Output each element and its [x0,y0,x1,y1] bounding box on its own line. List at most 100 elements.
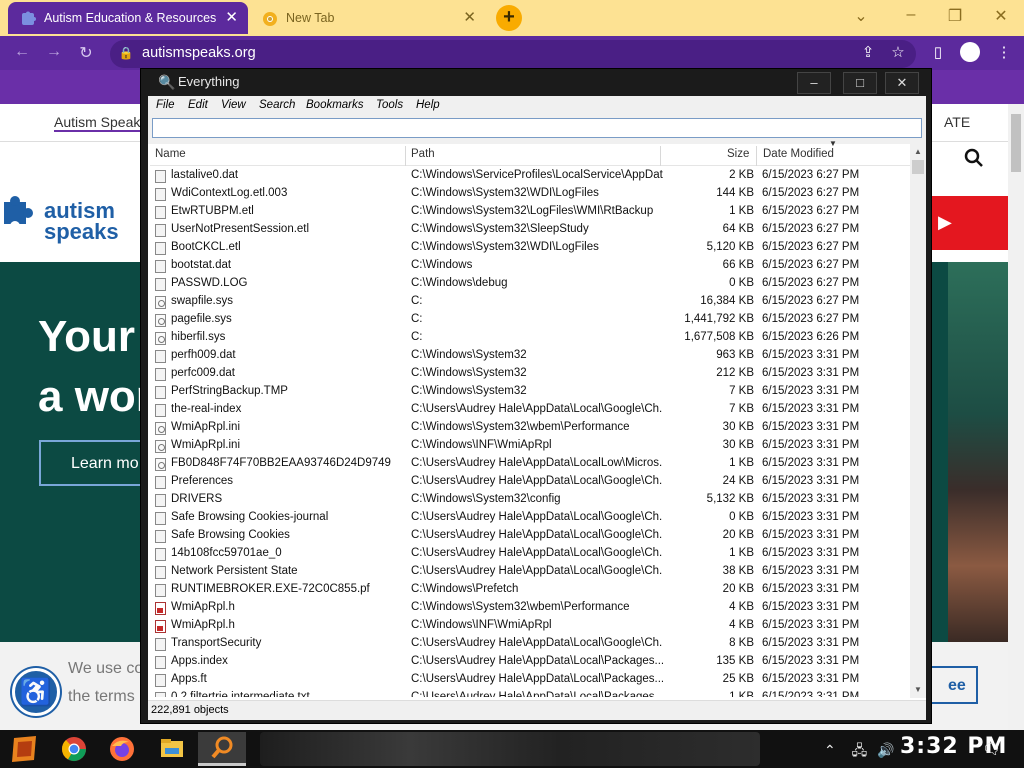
start-icon[interactable] [10,736,40,762]
chevron-down-icon[interactable]: ⌄ [846,6,876,26]
menu-help[interactable]: Help [416,99,440,111]
result-row[interactable]: Safe Browsing Cookies C:\Users\Audrey Hal… [150,527,910,545]
result-row[interactable]: perfc009.dat C:\Windows\System32 212 KB 6/1… [150,365,910,383]
nav-link-autism-speaks[interactable]: Autism Speak [54,114,141,132]
results-scrollbar-thumb[interactable] [912,160,924,174]
column-path[interactable]: Path [411,148,435,160]
close-window-icon[interactable]: ✕ [986,6,1016,26]
file-icon [155,584,166,597]
minimize-icon[interactable]: – [896,6,926,24]
scroll-up-icon[interactable]: ▲ [912,147,924,156]
file-explorer-icon[interactable] [150,732,194,766]
result-row[interactable]: EtwRTUBPM.etl C:\Windows\System32\LogFile… [150,203,910,221]
file-icon [155,566,166,579]
file-icon [155,206,166,219]
new-tab-button[interactable]: + [496,5,522,31]
result-row[interactable]: WmiApRpl.h C:\Windows\INF\WmiApRpl 4 KB 6/1… [150,617,910,635]
volume-icon[interactable]: 🔊 [877,742,894,758]
taskbar-wallpaper [260,732,760,766]
everything-taskbar-icon[interactable] [198,732,246,766]
tab-autism-speaks[interactable]: Autism Education & Resources ✕ [8,2,248,34]
nav-link-donate[interactable]: ATE [944,114,970,130]
share-icon[interactable]: ⇪ [858,43,878,61]
file-size: 8 KB [729,637,754,649]
result-row[interactable]: Apps.index C:\Users\Audrey Hale\AppData\L… [150,653,910,671]
menu-file[interactable]: File [156,99,175,111]
menu-search[interactable]: Search [259,99,295,111]
column-date-modified[interactable]: Date Modified [763,148,834,160]
page-scrollbar[interactable] [1008,104,1024,730]
result-row[interactable]: Apps.ft C:\Users\Audrey Hale\AppData\Loca… [150,671,910,689]
result-row[interactable]: lastalive0.dat C:\Windows\ServiceProfiles… [150,167,910,185]
donate-button[interactable]: ▶ [930,196,1008,250]
column-divider[interactable] [405,146,406,166]
column-divider[interactable] [660,146,661,166]
tab-close-icon[interactable]: ✕ [225,9,238,27]
result-row[interactable]: Network Persistent State C:\Users\Audrey … [150,563,910,581]
site-search-icon[interactable] [964,148,984,174]
result-row[interactable]: pagefile.sys C: 1,441,792 KB 6/15/2023 6:27… [150,311,910,329]
forward-icon[interactable]: → [44,43,64,61]
file-size: 2 KB [729,169,754,181]
result-row[interactable]: 0.2.filtertrie.intermediate.txt C:\Users\… [150,689,910,697]
url-text[interactable]: autismspeaks.org [142,45,256,61]
result-row[interactable]: RUNTIMEBROKER.EXE-72C0C855.pf C:\Windows\… [150,581,910,599]
chrome-icon[interactable] [52,732,96,766]
results-scrollbar[interactable] [910,144,926,698]
result-row[interactable]: PASSWD.LOG C:\Windows\debug 0 KB 6/15/2023 … [150,275,910,293]
result-row[interactable]: TransportSecurity C:\Users\Audrey Hale\Ap… [150,635,910,653]
column-divider[interactable] [756,146,757,166]
chevron-up-icon[interactable]: ⌃ [824,742,836,758]
bookmark-star-icon[interactable]: ☆ [888,43,908,61]
result-row[interactable]: UserNotPresentSession.etl C:\Windows\Syst… [150,221,910,239]
result-row[interactable]: 14b108fcc59701ae_0 C:\Users\Audrey Hale\A… [150,545,910,563]
ev-maximize-icon[interactable]: □ [843,72,877,94]
tab-new-tab[interactable]: New Tab ✕ [250,2,486,34]
firefox-icon[interactable] [100,732,144,766]
ev-close-icon[interactable]: ✕ [885,72,919,94]
side-panel-icon[interactable]: ▯ [928,43,948,61]
result-row[interactable]: PerfStringBackup.TMP C:\Windows\System32 7… [150,383,910,401]
column-name[interactable]: Name [155,148,186,160]
result-row[interactable]: the-real-index C:\Users\Audrey Hale\AppDa… [150,401,910,419]
profile-avatar-icon[interactable] [960,42,980,62]
notification-icon[interactable]: 🗨 [982,740,1001,758]
ev-search-input[interactable] [152,118,922,138]
result-row[interactable]: WmiApRpl.h C:\Windows\System32\wbem\Perfo… [150,599,910,617]
result-row[interactable]: WdiContextLog.etl.003 C:\Windows\System32… [150,185,910,203]
result-row[interactable]: BootCKCL.etl C:\Windows\System32\WDI\LogF… [150,239,910,257]
agree-button[interactable]: ee [930,666,978,704]
reload-icon[interactable]: ↻ [76,43,96,63]
tab-close-icon[interactable]: ✕ [463,9,476,27]
file-path: C:\Users\Audrey Hale\AppData\Local\Packa… [411,691,663,697]
scroll-down-icon[interactable]: ▼ [912,685,924,694]
more-menu-icon[interactable]: ⋮ [994,43,1014,61]
network-icon[interactable]: 🖧 [852,742,868,758]
ev-minimize-icon[interactable]: – [797,72,831,94]
menu-view[interactable]: View [221,99,246,111]
menu-edit[interactable]: Edit [188,99,208,111]
result-row[interactable]: Preferences C:\Users\Audrey Hale\AppData\… [150,473,910,491]
file-size: 1,441,792 KB [684,313,754,325]
accessibility-icon[interactable]: ♿ [12,668,60,716]
restore-icon[interactable]: ❐ [940,6,970,26]
result-row[interactable]: WmiApRpl.ini C:\Windows\System32\wbem\Per… [150,419,910,437]
everything-title: Everything [178,74,240,89]
menu-tools[interactable]: Tools [376,99,403,111]
page-scrollbar-thumb[interactable] [1011,114,1021,172]
result-row[interactable]: WmiApRpl.ini C:\Windows\INF\WmiApRpl 30 KB… [150,437,910,455]
file-path: C:\Windows\System32\WDI\LogFiles [411,241,599,253]
menu-bookmarks[interactable]: Bookmarks [306,99,364,111]
result-row[interactable]: DRIVERS C:\Windows\System32\config 5,132 K… [150,491,910,509]
system-tray[interactable]: ⌃ 🖧 🔊 [824,740,895,764]
lock-icon[interactable]: 🔒 [116,46,136,60]
result-row[interactable]: bootstat.dat C:\Windows 66 KB 6/15/2023 6:2… [150,257,910,275]
back-icon[interactable]: ← [12,43,32,61]
result-row[interactable]: hiberfil.sys C: 1,677,508 KB 6/15/2023 6:26… [150,329,910,347]
result-row[interactable]: FB0D848F74F70BB2EAA93746D24D9749 C:\Users… [150,455,910,473]
result-row[interactable]: perfh009.dat C:\Windows\System32 963 KB 6/1… [150,347,910,365]
logo-text[interactable]: autism speaks [44,200,119,243]
result-row[interactable]: swapfile.sys C: 16,384 KB 6/15/2023 6:27 PM [150,293,910,311]
result-row[interactable]: Safe Browsing Cookies-journal C:\Users\Au… [150,509,910,527]
column-size[interactable]: Size [727,148,749,160]
